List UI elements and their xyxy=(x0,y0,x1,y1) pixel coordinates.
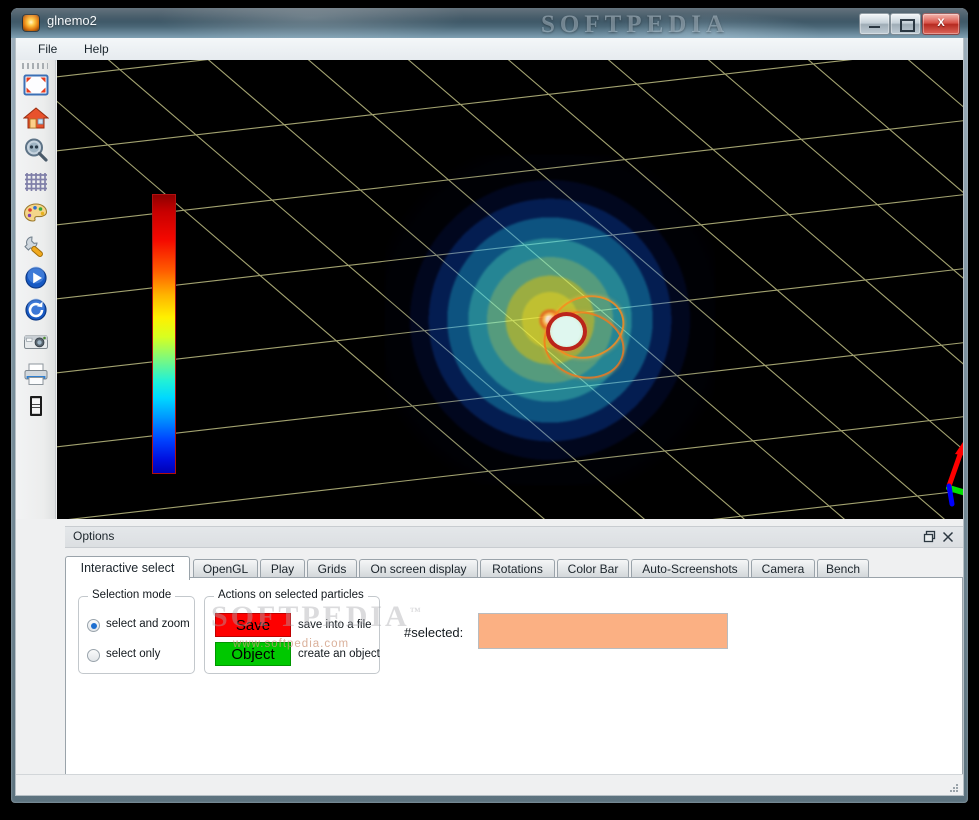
dock-title-label: Options xyxy=(73,529,115,543)
save-button[interactable]: Save xyxy=(215,613,291,637)
menu-item-file[interactable]: File xyxy=(30,41,65,57)
opengl-viewport[interactable] xyxy=(57,60,963,519)
toolbar-drag-handle[interactable] xyxy=(22,63,48,69)
resize-grip-icon[interactable] xyxy=(948,782,960,794)
print-icon[interactable] xyxy=(21,360,51,388)
zoom-icon[interactable] xyxy=(21,136,51,164)
save-description: save into a file xyxy=(298,619,372,631)
menu-bar: File Help xyxy=(16,38,963,61)
tab-on-screen-display[interactable]: On screen display xyxy=(359,559,478,577)
actions-group: Actions on selected particles Save save … xyxy=(204,589,380,674)
home-icon[interactable] xyxy=(21,104,51,132)
left-toolbar xyxy=(16,60,56,519)
maximize-button[interactable] xyxy=(890,13,921,35)
window-title: glnemo2 xyxy=(47,13,97,28)
object-description: create an object xyxy=(298,648,380,660)
tab-play[interactable]: Play xyxy=(260,559,305,577)
wrench-icon[interactable] xyxy=(21,232,51,260)
maximize-icon xyxy=(900,19,915,32)
tab-interactive-select[interactable]: Interactive select xyxy=(65,556,190,580)
options-dock: Options Interactive select OpenGL Play G… xyxy=(57,519,963,795)
tab-opengl[interactable]: OpenGL xyxy=(193,559,258,577)
tab-strip: Interactive select OpenGL Play Grids On … xyxy=(65,556,963,580)
radio-button-icon xyxy=(87,619,100,632)
tab-panel-interactive-select: Selection mode select and zoom select on… xyxy=(65,577,963,786)
radio-button-icon xyxy=(87,649,100,662)
galaxy-core xyxy=(546,312,587,351)
menu-item-help[interactable]: Help xyxy=(76,41,117,57)
close-icon: X xyxy=(937,17,945,29)
application-window: SOFTPEDIA glnemo2 X File Help Options In… xyxy=(11,8,968,803)
radio-label: select and zoom xyxy=(106,618,190,630)
tab-auto-screenshots[interactable]: Auto-Screenshots xyxy=(631,559,749,577)
tab-bench[interactable]: Bench xyxy=(817,559,869,577)
minimize-button[interactable] xyxy=(859,13,890,35)
color-bar xyxy=(152,194,176,474)
tab-grids[interactable]: Grids xyxy=(307,559,357,577)
options-tabs: Interactive select OpenGL Play Grids On … xyxy=(65,556,963,786)
float-icon[interactable] xyxy=(923,530,937,544)
palette-icon[interactable] xyxy=(21,200,51,228)
dock-title-bar[interactable]: Options xyxy=(65,526,963,548)
client-area: File Help Options Interactive select Ope… xyxy=(15,38,964,796)
fullscreen-icon[interactable] xyxy=(21,72,51,100)
object-button[interactable]: Object xyxy=(215,642,291,666)
radio-label: select only xyxy=(106,648,161,660)
camera-icon[interactable] xyxy=(21,328,51,356)
grid-icon[interactable] xyxy=(21,168,51,196)
tab-color-bar[interactable]: Color Bar xyxy=(557,559,629,577)
tab-camera[interactable]: Camera xyxy=(751,559,815,577)
rotate-icon[interactable] xyxy=(21,296,51,324)
tab-rotations[interactable]: Rotations xyxy=(480,559,555,577)
selection-mode-group: Selection mode select and zoom select on… xyxy=(78,589,195,674)
minimize-icon xyxy=(869,26,880,28)
axis-triad-icon xyxy=(946,442,963,507)
softpedia-watermark-title: SOFTPEDIA xyxy=(541,11,730,38)
close-button[interactable]: X xyxy=(922,13,960,35)
selected-count-label: #selected: xyxy=(404,625,464,640)
status-bar xyxy=(16,774,963,795)
selected-count-input[interactable] xyxy=(478,613,728,649)
selection-mode-title: Selection mode xyxy=(88,589,176,601)
play-icon[interactable] xyxy=(21,264,51,292)
actions-group-title: Actions on selected particles xyxy=(214,589,368,601)
title-bar[interactable]: SOFTPEDIA glnemo2 X xyxy=(11,8,968,38)
app-sphere-icon xyxy=(23,15,39,31)
close-icon[interactable] xyxy=(941,530,955,544)
film-icon[interactable] xyxy=(21,392,51,420)
